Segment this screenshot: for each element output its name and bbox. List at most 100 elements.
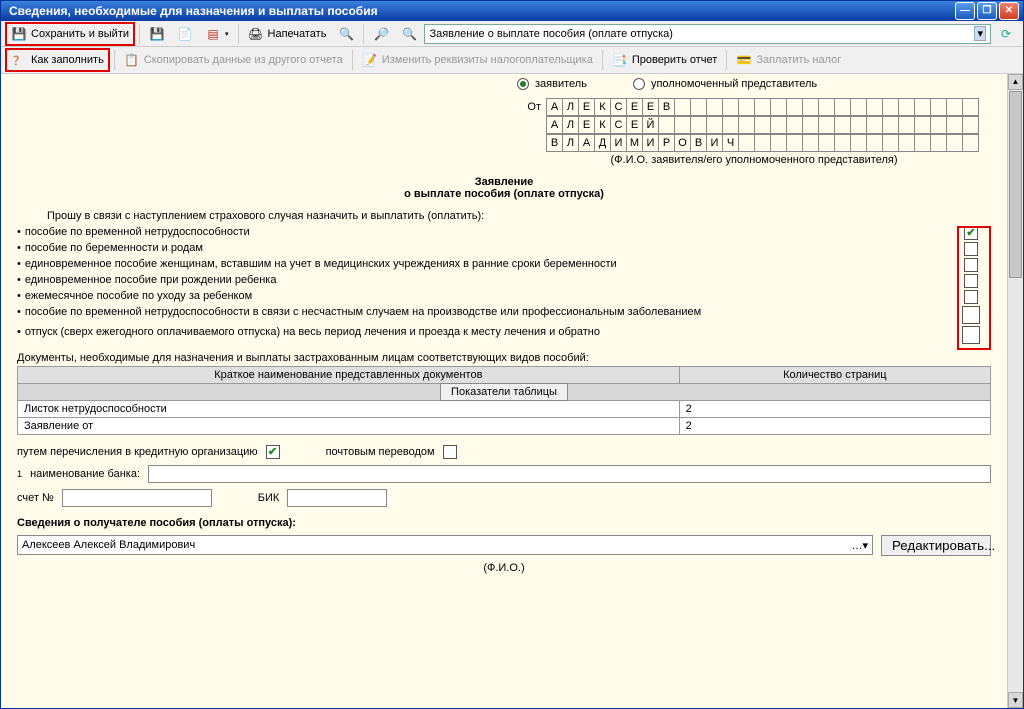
zoom-icon-3[interactable]: 🔍 <box>396 23 422 45</box>
name-cell[interactable] <box>946 134 963 152</box>
name-cell[interactable] <box>754 134 771 152</box>
name-cell[interactable] <box>882 116 899 134</box>
representative-radio[interactable] <box>633 78 645 90</box>
scroll-down-icon[interactable]: ▼ <box>1008 692 1023 708</box>
name-cell[interactable] <box>690 98 707 116</box>
zoom-icon-1[interactable]: 🔍 <box>333 23 359 45</box>
name-cell[interactable]: Е <box>578 98 595 116</box>
bank-name-input[interactable] <box>148 465 991 483</box>
name-cell[interactable] <box>786 116 803 134</box>
name-cell[interactable]: Д <box>594 134 611 152</box>
name-cell[interactable] <box>754 98 771 116</box>
name-cell[interactable] <box>882 98 899 116</box>
chk-7[interactable] <box>962 326 980 344</box>
chk-1[interactable] <box>964 226 978 240</box>
save-exit-button[interactable]: 💾 Сохранить и выйти <box>5 22 135 46</box>
name-cell[interactable]: Ч <box>722 134 739 152</box>
name-cell[interactable]: О <box>674 134 691 152</box>
name-cell[interactable] <box>738 116 755 134</box>
name-cell[interactable] <box>962 98 979 116</box>
scroll-thumb[interactable] <box>1009 91 1022 279</box>
name-cell[interactable]: А <box>546 116 563 134</box>
name-cell[interactable]: В <box>658 98 675 116</box>
credit-checkbox[interactable] <box>266 445 280 459</box>
name-cell[interactable]: С <box>610 98 627 116</box>
chk-6[interactable] <box>962 306 980 324</box>
name-cell[interactable] <box>930 98 947 116</box>
bik-input[interactable] <box>287 489 387 507</box>
name-cell[interactable] <box>818 134 835 152</box>
name-cell[interactable]: И <box>610 134 627 152</box>
name-cell[interactable] <box>898 134 915 152</box>
name-cell[interactable] <box>770 116 787 134</box>
name-cell[interactable] <box>802 98 819 116</box>
name-cell[interactable] <box>834 98 851 116</box>
name-cell[interactable] <box>866 134 883 152</box>
name-cell[interactable] <box>914 116 931 134</box>
check-report-button[interactable]: 📑 Проверить отчет <box>607 49 723 71</box>
name-cell[interactable] <box>930 134 947 152</box>
name-cell[interactable]: И <box>706 134 723 152</box>
name-cell[interactable]: К <box>594 98 611 116</box>
name-cell[interactable] <box>930 116 947 134</box>
name-cell[interactable]: В <box>546 134 563 152</box>
scroll-up-icon[interactable]: ▲ <box>1008 74 1023 90</box>
edit-recipient-button[interactable]: Редактировать... <box>881 535 991 556</box>
name-cell[interactable] <box>882 134 899 152</box>
name-cell[interactable]: А <box>578 134 595 152</box>
chk-2[interactable] <box>964 242 978 256</box>
name-cell[interactable] <box>690 116 707 134</box>
name-cell[interactable] <box>866 116 883 134</box>
name-cell[interactable] <box>802 134 819 152</box>
name-cell[interactable]: Й <box>642 116 659 134</box>
print-button[interactable]: 🖨 Напечатать <box>243 23 332 45</box>
name-cell[interactable]: И <box>642 134 659 152</box>
name-cell[interactable]: С <box>610 116 627 134</box>
name-cell[interactable] <box>818 98 835 116</box>
recipient-select[interactable]: Алексеев Алексей Владимирович …▾ <box>17 535 873 555</box>
name-cell[interactable] <box>722 98 739 116</box>
name-cell[interactable] <box>706 98 723 116</box>
post-checkbox[interactable] <box>443 445 457 459</box>
table-indicators-button[interactable]: Показатели таблицы <box>440 383 568 401</box>
name-cell[interactable] <box>674 98 691 116</box>
doc-icon[interactable]: 📄 <box>172 23 198 45</box>
howto-button[interactable]: ？ Как заполнить <box>5 48 110 72</box>
name-cell[interactable] <box>866 98 883 116</box>
name-cell[interactable]: Е <box>642 98 659 116</box>
name-cell[interactable] <box>770 98 787 116</box>
name-cell[interactable] <box>786 134 803 152</box>
name-cell[interactable] <box>770 134 787 152</box>
name-cell[interactable] <box>850 98 867 116</box>
name-cell[interactable]: В <box>690 134 707 152</box>
name-cell[interactable]: Р <box>658 134 675 152</box>
name-cell[interactable] <box>898 116 915 134</box>
refresh-icon[interactable]: ⟳ <box>993 23 1019 45</box>
name-cell[interactable] <box>802 116 819 134</box>
name-cell[interactable]: Л <box>562 98 579 116</box>
name-cell[interactable] <box>850 116 867 134</box>
name-cell[interactable]: М <box>626 134 643 152</box>
name-cell[interactable] <box>914 98 931 116</box>
name-cell[interactable] <box>738 134 755 152</box>
zoom-icon-2[interactable]: 🔎 <box>368 23 394 45</box>
name-cell[interactable]: Е <box>626 116 643 134</box>
name-cell[interactable] <box>850 134 867 152</box>
name-cell[interactable] <box>722 116 739 134</box>
name-cell[interactable] <box>946 98 963 116</box>
name-cell[interactable] <box>786 98 803 116</box>
name-cell[interactable] <box>706 116 723 134</box>
save-icon[interactable]: 💾 <box>144 23 170 45</box>
chk-3[interactable] <box>964 258 978 272</box>
name-cell[interactable] <box>834 116 851 134</box>
close-button[interactable]: ✕ <box>999 2 1019 20</box>
maximize-button[interactable]: ❐ <box>977 2 997 20</box>
minimize-button[interactable]: — <box>955 2 975 20</box>
name-cell[interactable] <box>946 116 963 134</box>
name-cell[interactable] <box>738 98 755 116</box>
name-cell[interactable]: Е <box>578 116 595 134</box>
name-cell[interactable] <box>898 98 915 116</box>
name-cell[interactable] <box>674 116 691 134</box>
name-cell[interactable] <box>962 134 979 152</box>
name-cell[interactable] <box>834 134 851 152</box>
